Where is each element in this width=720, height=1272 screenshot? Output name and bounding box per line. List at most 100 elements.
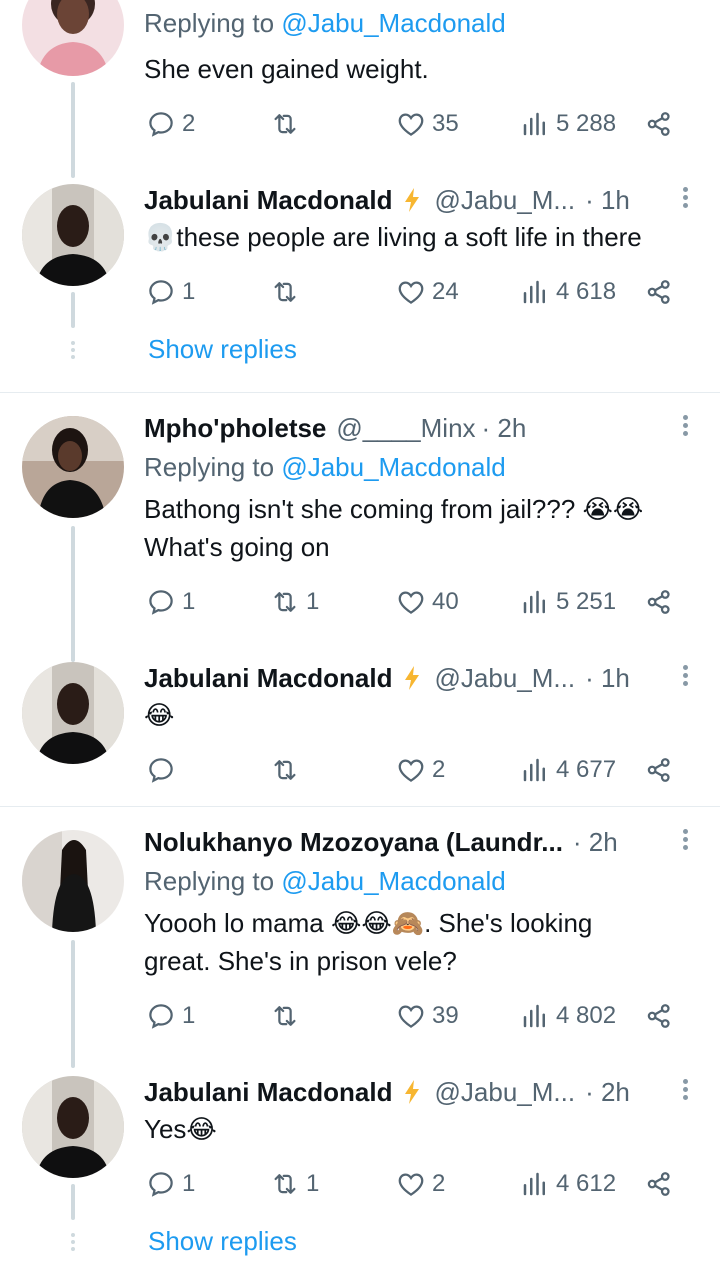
views-button[interactable]: 4 618 — [520, 272, 616, 312]
like-button[interactable]: 40 — [396, 582, 459, 622]
reply-count: 1 — [182, 588, 196, 615]
reply-button[interactable]: 1 — [146, 1164, 195, 1204]
tweet-actions: 2 4 677 — [144, 750, 684, 790]
reply-count: 2 — [182, 110, 196, 137]
tweet-text: Yoooh lo mama 😂😂🙈. She's looking great. … — [144, 908, 593, 976]
tweet-text: She even gained weight. — [144, 54, 429, 84]
like-button[interactable]: 24 — [396, 272, 459, 312]
tweet-text: Bathong isn't she coming from jail??? 😭😭… — [144, 494, 644, 562]
display-name[interactable]: Jabulani Macdonald — [144, 1077, 393, 1108]
views-icon — [523, 112, 545, 136]
retweet-button[interactable] — [270, 750, 306, 790]
avatar[interactable] — [22, 0, 124, 76]
thread-dots — [70, 338, 76, 362]
tweet-actions: 1 1 40 5 251 — [144, 582, 684, 622]
share-button[interactable] — [644, 104, 674, 144]
reply-button[interactable] — [146, 750, 182, 790]
reply-button[interactable]: 1 — [146, 996, 195, 1036]
views-count: 5 288 — [556, 110, 617, 137]
mention-link[interactable]: @Jabu_Macdonald — [281, 866, 505, 896]
mention-link[interactable]: @Jabu_Macdonald — [281, 8, 505, 38]
like-button[interactable]: 35 — [396, 104, 459, 144]
views-button[interactable]: 5 251 — [520, 582, 616, 622]
views-button[interactable]: 4 612 — [520, 1164, 616, 1204]
like-button[interactable]: 2 — [396, 750, 445, 790]
share-button[interactable] — [644, 272, 674, 312]
timestamp[interactable]: · 1h — [585, 185, 630, 216]
views-button[interactable]: 4 802 — [520, 996, 616, 1036]
heart-icon — [398, 759, 424, 782]
retweet-icon — [274, 592, 296, 612]
views-icon — [523, 590, 545, 614]
lightning-icon — [403, 187, 421, 213]
more-options-icon[interactable] — [680, 1076, 690, 1103]
avatar[interactable] — [22, 1076, 124, 1178]
display-name[interactable]: Jabulani Macdonald — [144, 663, 393, 694]
views-button[interactable]: 5 288 — [520, 104, 616, 144]
avatar[interactable] — [22, 830, 124, 932]
show-replies-link[interactable]: Show replies — [148, 334, 297, 365]
reply-button[interactable]: 2 — [146, 104, 195, 144]
thread-line — [71, 1184, 75, 1220]
mention-link[interactable]: @Jabu_Macdonald — [281, 452, 505, 482]
tweet-header: Jabulani Macdonald @Jabu_M... · 1h — [144, 658, 630, 698]
share-button[interactable] — [644, 996, 674, 1036]
timestamp[interactable]: · 2h — [585, 1077, 630, 1108]
avatar[interactable] — [22, 416, 124, 518]
retweet-button[interactable] — [270, 272, 306, 312]
views-count: 5 251 — [556, 588, 617, 615]
retweet-button[interactable] — [270, 104, 306, 144]
reply-icon — [149, 1172, 173, 1197]
handle[interactable]: @____Minx — [336, 413, 475, 444]
display-name[interactable]: Jabulani Macdonald — [144, 185, 393, 216]
handle[interactable]: @Jabu_M... — [435, 663, 576, 694]
more-options-icon[interactable] — [680, 184, 690, 211]
timestamp[interactable]: · 2h — [482, 413, 527, 444]
heart-icon — [398, 1005, 424, 1028]
share-button[interactable] — [644, 582, 674, 622]
tweet-actions: 1 39 4 802 — [144, 996, 684, 1036]
retweet-button[interactable] — [270, 996, 306, 1036]
retweet-icon — [274, 1006, 296, 1026]
views-icon — [523, 1172, 545, 1196]
like-button[interactable]: 39 — [396, 996, 459, 1036]
tweet-header: Mpho'pholetse @____Minx · 2h — [144, 408, 526, 448]
avatar[interactable] — [22, 184, 124, 286]
like-count: 40 — [432, 588, 459, 615]
thread-line — [71, 82, 75, 178]
reply-count: 1 — [182, 1170, 196, 1197]
more-options-icon[interactable] — [680, 662, 690, 689]
share-icon — [647, 280, 670, 304]
reply-button[interactable]: 1 — [146, 582, 195, 622]
heart-icon — [398, 281, 424, 304]
display-name[interactable]: Mpho'pholetse — [144, 413, 326, 444]
views-button[interactable]: 4 677 — [520, 750, 616, 790]
views-icon — [523, 758, 545, 782]
handle[interactable]: @Jabu_M... — [435, 185, 576, 216]
display-name[interactable]: Nolukhanyo Mzozoyana (Laundr... — [144, 827, 563, 858]
reply-icon — [149, 1004, 173, 1029]
more-options-icon[interactable] — [680, 412, 690, 439]
retweet-button[interactable]: 1 — [270, 582, 319, 622]
divider — [0, 806, 720, 807]
retweet-icon — [274, 114, 296, 134]
reply-button[interactable]: 1 — [146, 272, 195, 312]
show-replies-link[interactable]: Show replies — [148, 1226, 297, 1257]
share-button[interactable] — [644, 1164, 674, 1204]
like-count: 35 — [432, 110, 459, 137]
timestamp[interactable]: · 1h — [585, 663, 630, 694]
tweet-header: Jabulani Macdonald @Jabu_M... · 1h — [144, 180, 630, 220]
like-count: 39 — [432, 1002, 459, 1029]
avatar[interactable] — [22, 662, 124, 764]
more-options-icon[interactable] — [680, 826, 690, 853]
reply-icon — [149, 758, 173, 783]
handle[interactable]: @Jabu_M... — [435, 1077, 576, 1108]
views-icon — [523, 1004, 545, 1028]
share-icon — [647, 758, 670, 782]
timestamp[interactable]: · 2h — [573, 827, 618, 858]
share-button[interactable] — [644, 750, 674, 790]
thread-dots — [70, 1230, 76, 1254]
reply-icon — [149, 280, 173, 305]
like-button[interactable]: 2 — [396, 1164, 445, 1204]
retweet-button[interactable]: 1 — [270, 1164, 319, 1204]
